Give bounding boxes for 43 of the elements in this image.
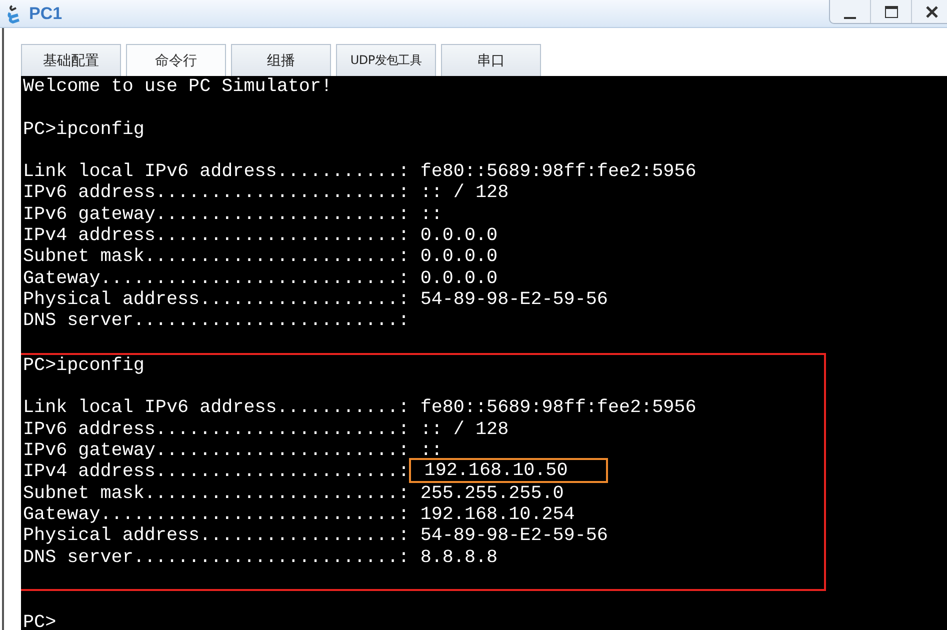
command-line: PC>ipconfig	[23, 354, 144, 376]
tab[interactable]: 基础配置	[21, 44, 121, 76]
field-value: 0.0.0.0	[420, 225, 498, 246]
field-value: 0.0.0.0	[420, 268, 498, 289]
command-line: PC>ipconfig	[23, 118, 144, 140]
field-label: Subnet mask.......................:	[23, 246, 410, 268]
field-label: IPv6 address......................:	[23, 418, 410, 440]
field-value: 54-89-98-E2-59-56	[420, 525, 608, 546]
field-label: IPv6 address......................:	[23, 182, 410, 204]
field-label: Gateway...........................:	[23, 268, 410, 289]
field-value: 255.255.255.0	[420, 482, 564, 504]
field-value: :: / 128	[420, 418, 509, 440]
tab[interactable]: 组播	[231, 44, 331, 76]
field-label: Link local IPv6 address...........:	[23, 161, 410, 182]
tab[interactable]: 命令行	[126, 44, 226, 76]
field-label: Physical address..................:	[23, 525, 410, 546]
maximize-icon	[884, 6, 898, 18]
tab[interactable]: 串口	[441, 44, 541, 76]
field-label: Subnet mask.......................:	[23, 482, 410, 504]
field-value: :: / 128	[420, 182, 509, 204]
close-icon	[926, 6, 938, 18]
field-label: IPv4 address......................:	[23, 461, 410, 482]
field-value: 54-89-98-E2-59-56	[420, 288, 608, 310]
field-label: Link local IPv6 address...........:	[23, 397, 410, 418]
field-label: IPv6 gateway......................:	[23, 440, 410, 462]
field-label: DNS server........................:	[23, 546, 410, 568]
field-label: Physical address..................:	[23, 288, 410, 310]
welcome-message: Welcome to use PC Simulator!	[23, 76, 332, 97]
field-label: DNS server........................:	[23, 310, 410, 332]
field-value: fe80::5689:98ff:fee2:5956	[420, 397, 696, 418]
minimize-icon	[844, 16, 856, 18]
field-value: ::	[420, 204, 442, 225]
field-label: IPv4 address......................:	[23, 225, 410, 246]
window-title: PC1	[29, 4, 62, 24]
highlighted-value: 192.168.10.50	[409, 458, 608, 484]
tab[interactable]: UDP发包工具	[336, 44, 436, 76]
field-value: fe80::5689:98ff:fee2:5956	[420, 161, 696, 182]
field-label: Gateway...........................:	[23, 504, 410, 525]
field-label: IPv6 gateway......................:	[23, 204, 410, 225]
field-value: 192.168.10.254	[420, 504, 575, 525]
command-prompt: PC>	[23, 612, 56, 630]
field-value: 0.0.0.0	[420, 246, 498, 268]
field-value: 8.8.8.8	[420, 546, 498, 568]
